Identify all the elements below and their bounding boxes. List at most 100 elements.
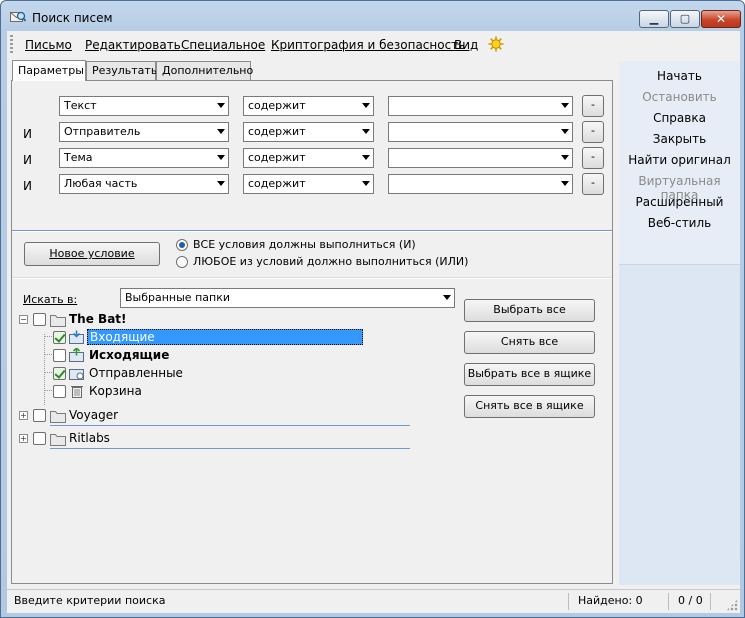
dropdown-arrow-icon [217,129,225,134]
expand-icon[interactable]: + [19,411,28,420]
combo-value: Выбранные папки [125,291,230,304]
tree-account-thebat[interactable]: − The Bat! [12,310,312,328]
remove-condition-button[interactable]: - [582,147,604,169]
folder-name: Исходящие [89,348,170,362]
tree-account-voyager[interactable]: + Voyager [12,406,312,424]
criteria-field-select[interactable]: Тема [59,148,229,168]
combo-value: Тема [64,151,93,164]
dropdown-arrow-icon [561,129,569,134]
dropdown-arrow-icon [443,295,451,300]
sidebar-item-help[interactable]: Справка [619,111,740,125]
criteria-operator-select[interactable]: содержит [243,96,374,116]
minimize-button[interactable]: ▁ [639,10,669,28]
menu-grip[interactable] [10,35,13,55]
criteria-field-select[interactable]: Любая часть [59,174,229,194]
menu-letter[interactable]: Письмо [25,38,72,52]
new-condition-button[interactable]: Новое условие [24,242,160,266]
dropdown-arrow-icon [217,103,225,108]
menu-crypto[interactable]: Криптография и безопасность [271,38,465,52]
criteria-value-input[interactable] [388,122,573,142]
select-all-button[interactable]: Выбрать все [464,299,595,322]
dropdown-arrow-icon [362,103,370,108]
status-count: 0 / 0 [673,593,711,610]
menu-special[interactable]: Специальное [181,38,265,52]
search-mail-icon [10,11,26,22]
tree-folder-trash[interactable]: Корзина [12,382,312,400]
folder-name: Входящие [87,329,363,345]
menu-bar: Письмо Редактировать Специальное Криптог… [7,31,740,59]
remove-condition-button[interactable]: - [582,95,604,117]
folder-checkbox[interactable] [53,331,66,344]
combo-value: содержит [248,151,306,164]
search-in-select[interactable]: Выбранные папки [120,288,455,308]
match-all-label[interactable]: ВСЕ условия должны выполниться (И) [193,238,416,251]
sidebar-item-web-style[interactable]: Веб-стиль [619,216,740,230]
dropdown-arrow-icon [561,155,569,160]
criteria-field-select[interactable]: Текст [59,96,229,116]
folder-icon [50,315,66,327]
tree-folder-inbox[interactable]: Входящие [12,328,372,346]
sidebar-item-extended[interactable]: Расширенный [619,195,740,209]
criteria-field-select[interactable]: Отправитель [59,122,229,142]
status-message: Введите критерии поиска [9,593,569,610]
account-checkbox[interactable] [33,409,46,422]
tab-parameters[interactable]: Параметры [12,60,86,81]
outbox-icon [69,348,84,362]
deselect-all-button[interactable]: Снять все [464,331,595,354]
dropdown-arrow-icon [362,129,370,134]
sidebar-item-start[interactable]: Начать [619,69,740,83]
maximize-button[interactable]: ▢ [670,10,700,28]
criteria-operator-select[interactable]: содержит [243,122,374,142]
criteria-value-input[interactable] [388,96,573,116]
tree-folder-sent[interactable]: Отправленные [12,364,312,382]
match-any-label[interactable]: ЛЮБОЕ из условий должно выполниться (ИЛИ… [193,255,468,268]
dropdown-arrow-icon [217,155,225,160]
sun-gear-icon[interactable] [488,36,504,52]
folder-checkbox[interactable] [53,349,66,362]
tree-folder-outbox[interactable]: Исходящие [12,346,312,364]
deselect-all-in-account-button[interactable]: Снять все в ящике [464,395,595,418]
folder-checkbox[interactable] [53,385,66,398]
folder-checkbox[interactable] [53,367,66,380]
account-checkbox[interactable] [33,313,46,326]
expand-icon[interactable]: + [19,434,28,443]
remove-condition-button[interactable]: - [582,173,604,195]
remove-condition-button[interactable]: - [582,121,604,143]
criteria-operator-select[interactable]: содержит [243,148,374,168]
match-any-radio[interactable] [176,256,188,268]
menu-edit[interactable]: Редактировать [85,38,181,52]
search-in-label: Искать в: [23,293,78,306]
folder-icon [50,434,66,446]
close-button[interactable]: ✕ [701,10,741,28]
combo-value: Любая часть [64,177,138,190]
trash-icon [71,386,83,398]
tab-results[interactable]: Результаты [86,61,160,80]
criteria-value-input[interactable] [388,174,573,194]
account-checkbox[interactable] [33,432,46,445]
combo-value: содержит [248,177,306,190]
match-all-radio[interactable] [176,239,188,251]
collapse-icon[interactable]: − [19,315,28,324]
folder-name: Отправленные [89,366,183,380]
account-separator [50,425,410,426]
menu-view[interactable]: Вид [454,38,478,52]
sidebar-item-find-original[interactable]: Найти оригинал [619,153,740,167]
sidebar-item-stop: Остановить [642,90,717,104]
criteria-operator-select[interactable]: содержит [243,174,374,194]
combo-value: содержит [248,99,306,112]
select-all-in-account-button[interactable]: Выбрать все в ящике [464,363,595,386]
criteria-area: Текст содержит - И Отправитель содержит … [12,81,612,231]
criteria-value-input[interactable] [388,148,573,168]
status-bar: Введите критерии поиска Найдено: 0 0 / 0 [7,589,740,613]
criteria-prefix: И [23,153,32,167]
title-bar[interactable]: Поиск писем ▁ ▢ ✕ [1,1,744,31]
criteria-prefix: И [23,127,32,141]
sidebar-item-close[interactable]: Закрыть [619,132,740,146]
tree-account-ritlabs[interactable]: + Ritlabs [12,429,312,447]
tab-advanced[interactable]: Дополнительно [156,61,253,80]
resize-grip[interactable] [726,599,738,611]
combo-value: содержит [248,125,306,138]
status-found: Найдено: 0 [573,593,669,610]
client-area: Письмо Редактировать Специальное Криптог… [7,31,740,613]
sent-icon [69,369,84,380]
